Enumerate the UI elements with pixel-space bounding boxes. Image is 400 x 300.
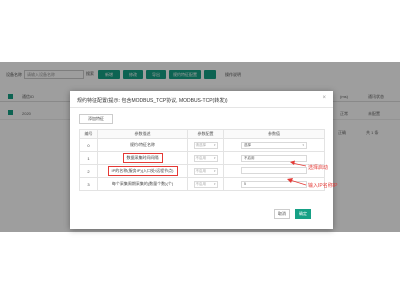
row-value-cell: 选择 ▾ bbox=[223, 138, 325, 152]
col-number: 编号 bbox=[79, 129, 98, 139]
table-row: 0 规约/特征名称 请选择 ▾ 选择 ▾ bbox=[79, 138, 325, 152]
row-number: 0 bbox=[79, 138, 98, 152]
row-number: 1 bbox=[79, 151, 98, 165]
row-number: 2 bbox=[79, 164, 98, 178]
col-config: 参数配置 bbox=[187, 129, 224, 139]
table-row: 2 IP的名称(服务IP)(入口处/远程节点) 不启用 ▾ bbox=[79, 164, 325, 178]
config-select-value: 不启用 bbox=[195, 168, 207, 173]
row-description: 每个采集周期采集的(数量个数)(个) bbox=[97, 177, 188, 191]
chevron-down-icon: ▾ bbox=[302, 142, 304, 147]
row-number: 3 bbox=[79, 177, 98, 191]
config-select[interactable]: 不启用 ▾ bbox=[193, 180, 218, 188]
value-input[interactable]: 5 bbox=[241, 180, 307, 188]
dialog-title: 规约特征配置(提示: 包含MODBUS_TCP协议, MODBUS-TCP(转发… bbox=[77, 98, 228, 104]
protocol-config-dialog: 规约特征配置(提示: 包含MODBUS_TCP协议, MODBUS-TCP(转发… bbox=[70, 91, 333, 229]
config-select-value: 不启用 bbox=[195, 181, 207, 186]
row-description-cell: IP的名称(服务IP)(入口处/远程节点) bbox=[97, 164, 188, 178]
row-config-cell: 不启用 ▾ bbox=[187, 164, 224, 178]
row-value-cell: 不启用 bbox=[223, 151, 325, 165]
add-feature-button[interactable]: 添加特征 bbox=[79, 114, 113, 124]
row-description: 规约/特征名称 bbox=[97, 138, 188, 152]
row-description: 数据采集时间间隔 bbox=[126, 155, 159, 160]
row-description-cell: 数据采集时间间隔 bbox=[97, 151, 188, 165]
chevron-down-icon: ▾ bbox=[213, 181, 216, 186]
row-config-cell: 请选择 ▾ bbox=[187, 138, 224, 152]
screen: 设备名称 请输入设备名称 搜索 新增 修改 导出 规约特征配置 操作说明 通信I… bbox=[0, 0, 400, 300]
row-config-cell: 不启用 ▾ bbox=[187, 151, 224, 165]
config-select-value: 不启用 bbox=[195, 155, 207, 160]
col-value: 参数值 bbox=[223, 129, 325, 139]
value-input-text: 5 bbox=[244, 181, 246, 186]
value-select[interactable]: 选择 ▾ bbox=[241, 141, 307, 149]
row-config-cell: 不启用 ▾ bbox=[187, 177, 224, 191]
row-description: IP的名称(服务IP)(入口处/远程节点) bbox=[111, 168, 174, 173]
title-divider bbox=[70, 107, 333, 108]
highlight-box: IP的名称(服务IP)(入口处/远程节点) bbox=[107, 166, 178, 176]
chevron-down-icon: ▾ bbox=[213, 168, 216, 173]
value-input[interactable] bbox=[241, 167, 307, 174]
annotation-input-ip: 输入IP名称IP bbox=[308, 183, 338, 189]
close-icon[interactable]: × bbox=[322, 95, 326, 101]
table-row: 1 数据采集时间间隔 不启用 ▾ 不启用 bbox=[79, 151, 325, 165]
config-select-value: 请选择 bbox=[195, 142, 207, 147]
table-row: 3 每个采集周期采集的(数量个数)(个) 不启用 ▾ 5 bbox=[79, 177, 325, 191]
cancel-button[interactable]: 取消 bbox=[274, 209, 290, 219]
value-input-text: 不启用 bbox=[244, 155, 255, 160]
feature-table-header: 编号 参数描述 参数配置 参数值 bbox=[79, 129, 325, 139]
chevron-down-icon: ▾ bbox=[213, 142, 216, 147]
annotation-select-start: 选择启动 bbox=[308, 165, 329, 171]
config-select[interactable]: 不启用 ▾ bbox=[193, 167, 218, 175]
ok-button[interactable]: 确定 bbox=[295, 209, 311, 219]
chevron-down-icon: ▾ bbox=[213, 155, 216, 160]
value-select-text: 选择 bbox=[244, 142, 251, 147]
feature-table: 编号 参数描述 参数配置 参数值 0 规约/特征名称 请选择 ▾ 选择 ▾ 1 数据… bbox=[79, 129, 325, 191]
col-description: 参数描述 bbox=[97, 129, 188, 139]
config-select[interactable]: 请选择 ▾ bbox=[193, 141, 218, 149]
value-input[interactable]: 不启用 bbox=[241, 154, 307, 162]
highlight-box: 数据采集时间间隔 bbox=[122, 153, 163, 163]
config-select[interactable]: 不启用 ▾ bbox=[193, 154, 218, 162]
